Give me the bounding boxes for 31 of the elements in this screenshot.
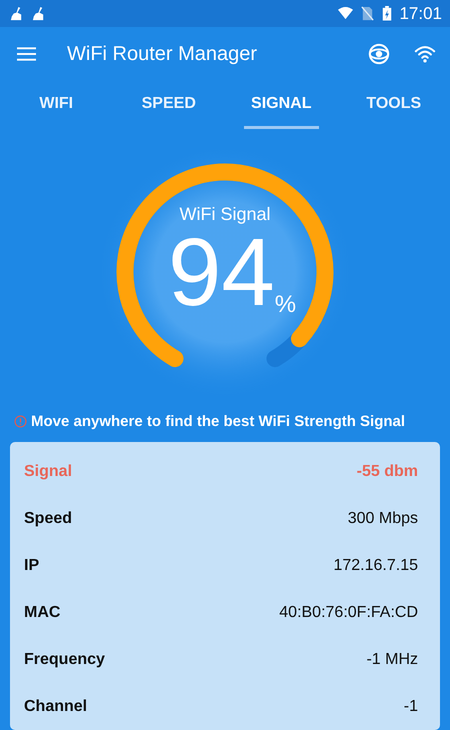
detail-value: 172.16.7.15 <box>333 556 418 574</box>
signal-percent: 94 <box>168 225 275 322</box>
broom-icon <box>31 6 46 21</box>
no-sim-icon <box>360 6 376 21</box>
detail-value: 300 Mbps <box>348 510 418 528</box>
app-title: WiFi Router Manager <box>67 42 258 66</box>
detail-value: -1 MHz <box>366 650 418 668</box>
eye-icon[interactable] <box>368 43 390 65</box>
detail-label: Speed <box>24 510 72 528</box>
info-icon <box>14 415 27 428</box>
tab[interactable]: SIGNAL <box>244 81 318 130</box>
wifi-icon[interactable] <box>414 43 436 65</box>
detail-label: Channel <box>24 698 88 716</box>
tab[interactable]: WIFI <box>19 81 94 130</box>
percent-unit: % <box>274 291 296 320</box>
tab[interactable]: TOOLS <box>356 81 431 130</box>
detail-value: -55 dbm <box>356 462 418 480</box>
battery-icon <box>382 6 392 21</box>
detail-value: 40:B0:76:0F:FA:CD <box>279 604 418 622</box>
detail-label: Signal <box>24 462 72 480</box>
detail-label: IP <box>24 556 40 574</box>
menu-icon[interactable] <box>17 46 36 62</box>
status-time: 17:01 <box>399 4 442 24</box>
hint-text: Move anywhere to find the best WiFi Strength Signal <box>31 413 406 430</box>
detail-value: -1 <box>404 698 418 716</box>
gauge-title: WiFi Signal <box>179 204 271 226</box>
tab[interactable]: SPEED <box>132 81 206 130</box>
wifi-signal-icon <box>338 6 354 21</box>
broom-icon <box>9 6 24 21</box>
detail-label: Frequency <box>24 650 105 668</box>
detail-label: MAC <box>24 604 60 622</box>
